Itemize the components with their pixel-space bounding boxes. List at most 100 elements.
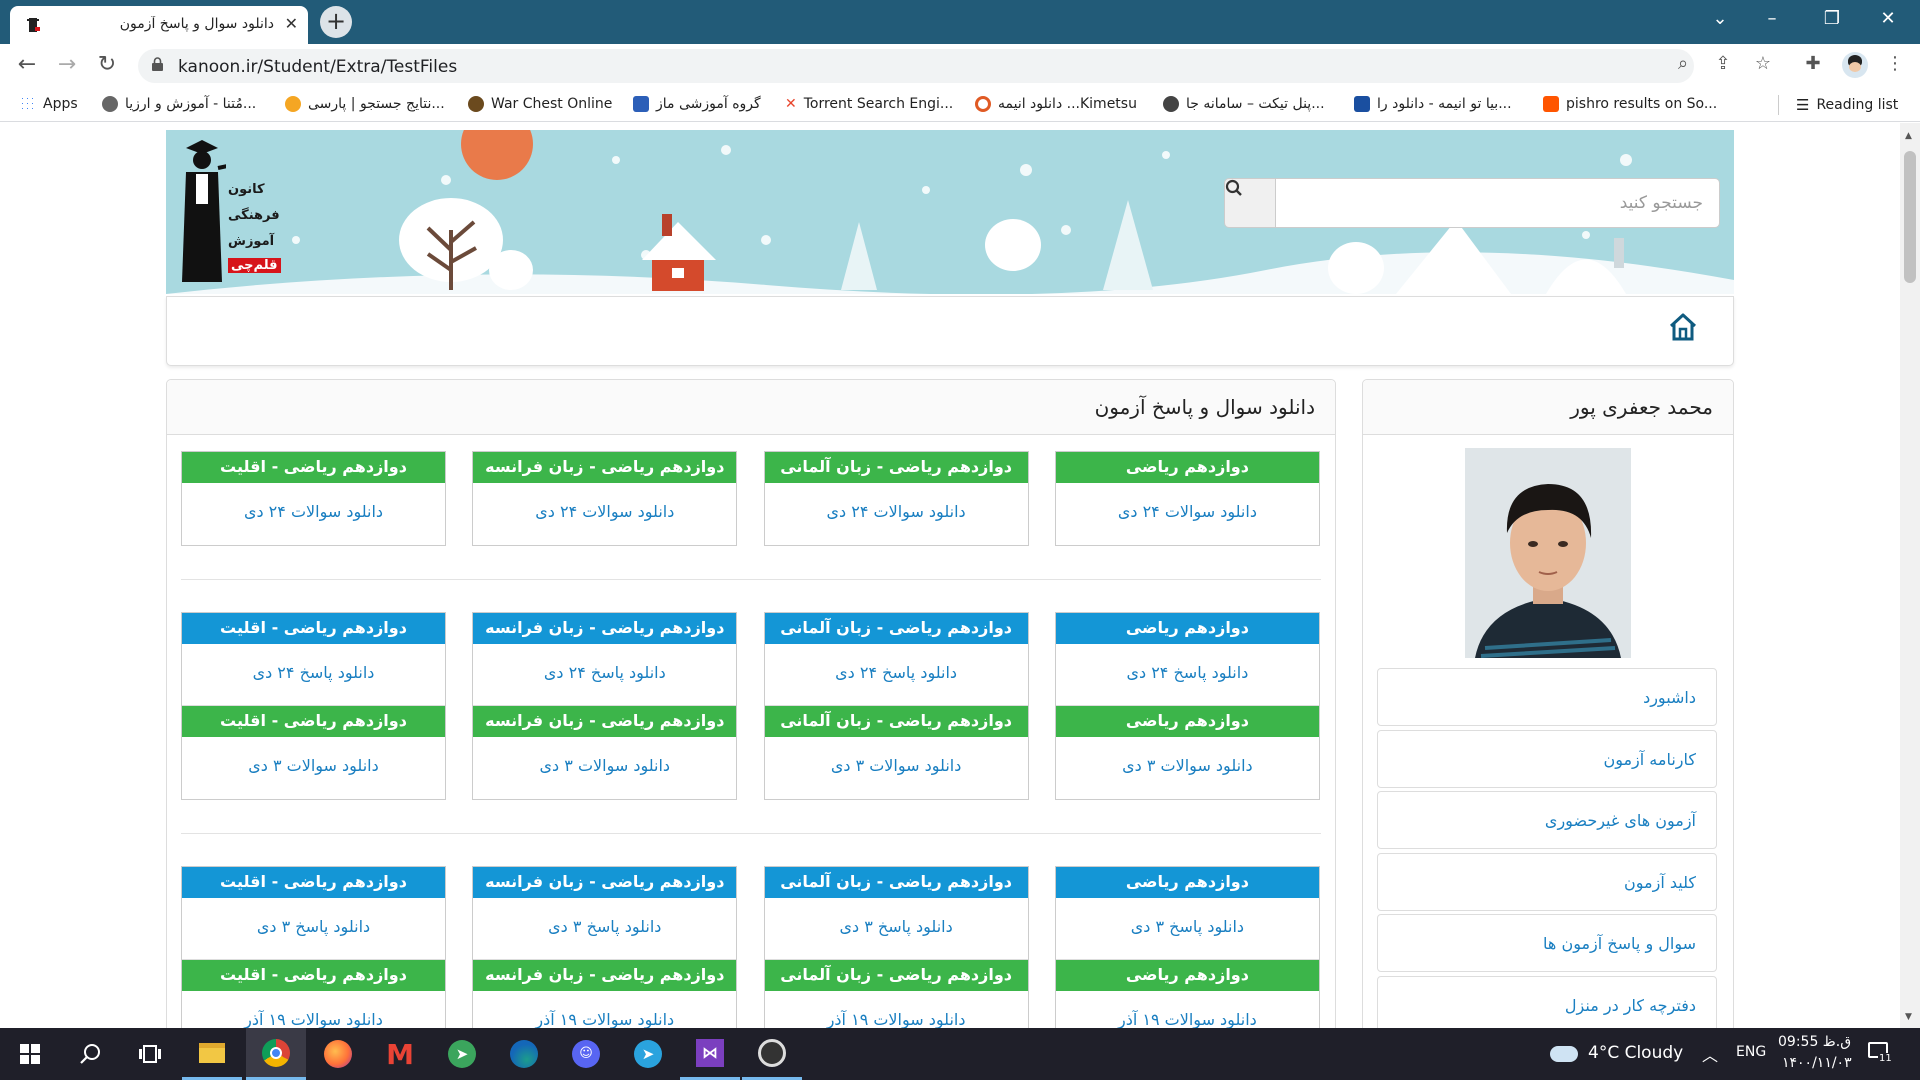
reload-button[interactable]: ↻ [92,52,122,77]
close-window-button[interactable]: ✕ [1868,8,1908,29]
profile-avatar[interactable] [1842,52,1868,78]
extensions-icon[interactable]: ✚ [1798,53,1828,74]
sidebar-menu-item[interactable]: دفترچه کار در منزل [1377,975,1717,1028]
bookmark-maz[interactable]: گروه آموزشی ماز [633,96,761,112]
download-link[interactable]: دانلود سوالات ۱۹ آذر [765,991,1028,1028]
page-scrollbar[interactable]: ▲ ▼ [1900,123,1920,1028]
notification-center-button[interactable]: 11 [1866,1040,1896,1068]
forward-button[interactable]: → [52,52,82,77]
language-indicator[interactable]: ENG [1736,1044,1766,1060]
apps-grid-icon [20,96,36,112]
taskbar-gmail[interactable]: M [370,1028,430,1080]
torrent-x-icon: ✕ [785,96,797,112]
download-link[interactable]: دانلود پاسخ ۳ دی [473,898,736,956]
sidebar-menu-item[interactable]: آزمون های غیرحضوری [1377,791,1717,849]
scrollbar-thumb[interactable] [1904,151,1916,283]
scroll-down-icon[interactable]: ▼ [1905,1012,1912,1022]
download-link[interactable]: دانلود پاسخ ۲۴ دی [182,644,445,702]
bookmark-motena[interactable]: مُتنا - آموزش و ارزیا... [102,96,256,112]
download-link[interactable]: دانلود سوالات ۱۹ آذر [182,991,445,1028]
download-link[interactable]: دانلود پاسخ ۲۴ دی [765,644,1028,702]
weather-widget[interactable]: 4°C Cloudy [1548,1040,1688,1068]
sidebar-menu-item[interactable]: کلید آزمون [1377,852,1717,911]
grade-header: دوازدهم ریاضی - اقلیت [182,960,445,991]
taskbar-chrome[interactable] [246,1028,306,1080]
bookmark-label: دانلود انیمه ...Kimetsu [998,96,1137,112]
back-button[interactable]: ← [12,52,42,77]
bookmark-kimetsu[interactable]: دانلود انیمه ...Kimetsu [975,96,1137,112]
bookmark-star-icon[interactable]: ☆ [1748,53,1778,74]
download-card: دوازدهم ریاضی - اقلیت دانلود پاسخ ۳ دی دوا… [181,866,446,1028]
sidebar-menu-item[interactable]: کارنامه آزمون [1377,729,1717,788]
chrome-menu-icon[interactable]: ⋮ [1880,53,1910,74]
tab-search-dropdown-icon[interactable]: ⌄ [1700,8,1740,29]
browser-tab[interactable]: دانلود سوال و پاسخ آزمون ✕ [10,6,308,44]
reading-list-button[interactable]: ☰ Reading list [1796,96,1898,114]
home-icon[interactable] [1667,311,1699,343]
download-link[interactable]: دانلود سوالات ۲۴ دی [473,483,736,541]
kanoon-logo[interactable]: کانون فرهنگی آموزش قلم‌چی [176,138,281,282]
download-link[interactable]: دانلود پاسخ ۳ دی [1056,898,1319,956]
download-link[interactable]: دانلود سوالات ۳ دی [765,737,1028,795]
download-cell: دوازدهم ریاضی - اقلیت دانلود سوالات ۳ دی [182,706,445,799]
download-cell: دوازدهم ریاضی دانلود پاسخ ۳ دی [1055,867,1319,960]
logo-line: قلم‌چی [228,258,281,273]
minimize-button[interactable]: – [1752,8,1792,29]
zoom-icon[interactable]: ⌕ [1668,53,1698,74]
tray-chevron-icon[interactable]: ︿ [1702,1042,1718,1066]
download-link[interactable]: دانلود سوالات ۳ دی [182,737,445,795]
taskbar-telegram[interactable]: ➤ [618,1028,678,1080]
scroll-up-icon[interactable]: ▲ [1905,131,1912,141]
taskbar-file-explorer[interactable] [182,1028,242,1080]
bookmark-biatoanime[interactable]: بیا تو انیمه - دانلود را... [1354,96,1512,112]
bookmark-parsi[interactable]: نتایج جستجو | پارسی... [285,96,445,112]
taskbar-firefox[interactable] [308,1028,368,1080]
student-name: محمد جعفری پور [1363,380,1733,435]
grade-header: دوازدهم ریاضی - زبان آلمانی [764,960,1028,991]
download-cell: دوازدهم ریاضی - زبان آلمانی دانلود پاسخ ۲… [764,613,1028,706]
bookmark-ticket-panel[interactable]: پنل تیکت – سامانه جا... [1163,96,1325,112]
download-card: دوازدهم ریاضی - اقلیت دانلود پاسخ ۲۴ دی دو… [181,612,446,800]
taskbar-obs[interactable] [742,1028,802,1080]
tab-close-icon[interactable]: ✕ [285,14,298,33]
send-app-icon: ➤ [448,1040,476,1068]
tab-title: دانلود سوال و پاسخ آزمون [119,16,274,32]
taskbar-telegram-green[interactable]: ➤ [432,1028,492,1080]
search-button[interactable] [1224,178,1276,228]
taskbar-visual-studio[interactable]: ⋈ [680,1028,740,1080]
download-link[interactable]: دانلود پاسخ ۲۴ دی [473,644,736,702]
clock-time[interactable]: 09:55 ق.ظ [1778,1034,1851,1050]
bookmark-torrent[interactable]: ✕ Torrent Search Engi... [785,96,953,112]
new-tab-button[interactable]: + [320,6,352,38]
sidebar-menu-item[interactable]: داشبورد [1377,668,1717,726]
search-input[interactable]: جستجو کنید [1276,178,1720,228]
search-taskbar-button[interactable] [60,1028,120,1080]
bookmark-apps[interactable]: Apps [20,96,78,112]
task-view-button[interactable] [120,1028,180,1080]
clock-date[interactable]: ۱۴۰۰/۱۱/۰۳ [1782,1055,1852,1071]
download-link[interactable]: دانلود سوالات ۱۹ آذر [473,991,736,1028]
download-link[interactable]: دانلود سوالات ۲۴ دی [1056,483,1319,541]
download-link[interactable]: دانلود سوالات ۳ دی [473,737,736,795]
sidebar-menu-item[interactable]: سوال و پاسخ آزمون ها [1377,914,1717,972]
logo-line: کانون [228,182,265,197]
download-link[interactable]: دانلود سوالات ۲۴ دی [765,483,1028,541]
taskbar-edge[interactable] [494,1028,554,1080]
download-link[interactable]: دانلود سوالات ۳ دی [1056,737,1319,795]
download-link[interactable]: دانلود سوالات ۱۹ آذر [1056,991,1319,1028]
download-cell: دوازدهم ریاضی - زبان آلمانی دانلود پاسخ ۳… [764,867,1028,960]
grade-header: دوازدهم ریاضی - زبان آلمانی [764,452,1028,483]
share-icon[interactable]: ⇪ [1708,53,1738,74]
bookmark-soundcloud[interactable]: pishro results on So... [1543,96,1717,112]
restore-button[interactable]: ❐ [1812,8,1852,29]
download-cell: دوازدهم ریاضی دانلود پاسخ ۲۴ دی [1055,613,1319,706]
download-link[interactable]: دانلود سوالات ۲۴ دی [182,483,445,541]
notification-count: 11 [1878,1053,1893,1064]
download-link[interactable]: دانلود پاسخ ۲۴ دی [1056,644,1319,702]
url-field[interactable]: kanoon.ir/Student/Extra/TestFiles [138,49,1694,83]
download-link[interactable]: دانلود پاسخ ۳ دی [182,898,445,956]
start-button[interactable] [0,1028,60,1080]
bookmark-warchest[interactable]: War Chest Online [468,96,612,112]
taskbar-discord[interactable]: ☺ [556,1028,616,1080]
download-link[interactable]: دانلود پاسخ ۳ دی [765,898,1028,956]
